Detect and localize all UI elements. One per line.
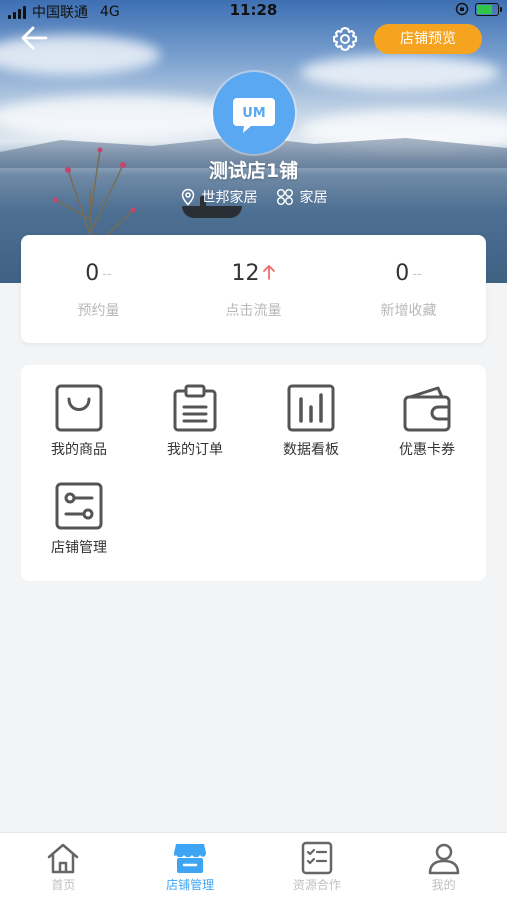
gear-icon [333,27,357,51]
category-text: 家居 [299,190,328,206]
menu-label: 数据看板 [283,442,339,458]
back-button[interactable] [16,22,52,54]
category-grid-icon [276,189,293,205]
stat-label: 点击流量 [225,303,282,319]
stat-click-traffic[interactable]: 12 点击流量 [176,235,331,343]
clock: 11:28 [229,1,278,19]
battery-fill [477,4,492,14]
tab-label: 首页 [51,878,76,892]
tab-label: 我的 [431,878,456,892]
store-avatar: UM [213,72,295,154]
function-menu: 我的商品 我的订单 数据看板 优惠卡券 店铺管理 [21,365,486,581]
store-tags: 世邦家居 家居 [0,187,507,207]
shopping-bag-icon [55,384,103,432]
location-pin-icon [181,188,194,206]
menu-label: 我的订单 [167,442,223,458]
stat-label: 预约量 [77,303,120,319]
stat-new-favorites[interactable]: 0 -- 新增收藏 [331,235,486,343]
stat-value: 0 [395,261,410,286]
store-preview-button[interactable]: 店铺预览 [374,24,482,54]
menu-label: 优惠卡券 [399,442,455,458]
bar-chart-icon [287,384,335,432]
user-icon [428,843,459,875]
tab-label: 店铺管理 [166,878,215,892]
banner-cloud [300,55,500,90]
menu-data-dashboard[interactable]: 数据看板 [253,365,369,461]
settings-button[interactable] [330,24,360,54]
banner-boat [182,206,242,218]
home-icon [48,843,79,874]
bottom-tab-bar: 首页 店铺管理 资源合作 我的 [0,832,507,901]
trend-flat-indicator: -- [412,266,422,282]
stats-card: 0 -- 预约量 12 点击流量 0 -- 新增收藏 [21,235,486,343]
stat-label: 新增收藏 [380,303,437,319]
tab-label: 资源合作 [292,878,341,892]
orientation-lock-icon [455,2,469,16]
category-tag: 家居 [276,187,328,207]
location-tag: 世邦家居 [180,187,258,207]
checklist-icon [301,841,333,875]
tab-mine[interactable]: 我的 [380,833,507,901]
menu-my-products[interactable]: 我的商品 [21,365,137,461]
clipboard-icon [173,384,217,432]
stat-value: 12 [231,261,260,286]
stat-value: 0 [85,261,100,286]
tab-resource-cooperation[interactable]: 资源合作 [254,833,381,901]
wallet-icon [403,386,451,432]
avatar-text: UM [242,106,266,121]
menu-store-management[interactable]: 店铺管理 [21,463,137,559]
battery-icon [475,2,502,16]
menu-my-orders[interactable]: 我的订单 [137,365,253,461]
trend-flat-indicator: -- [102,266,112,282]
store-name: 测试店1铺 [208,160,299,182]
settings-sliders-icon [55,482,103,530]
status-bar: 中国联通 4G 11:28 [0,0,507,22]
back-arrow-icon [21,26,48,50]
trend-up-icon [262,262,276,287]
menu-label: 店铺管理 [51,540,107,556]
location-text: 世邦家居 [201,190,258,206]
tab-home[interactable]: 首页 [0,833,127,901]
menu-label: 我的商品 [51,442,107,458]
store-icon [174,844,207,873]
tab-store-management[interactable]: 店铺管理 [127,833,254,901]
chat-bubble-logo-icon: UM [233,98,275,133]
stat-appointments[interactable]: 0 -- 预约量 [21,235,176,343]
menu-coupons[interactable]: 优惠卡券 [369,365,485,461]
